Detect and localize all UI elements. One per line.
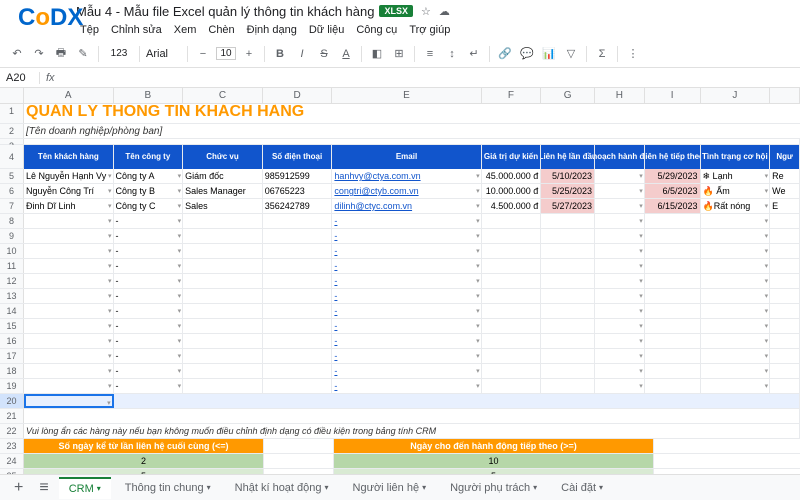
hdr-contact2[interactable]: Liên hệ tiếp theo — [645, 145, 701, 169]
table-row[interactable]: 7 Đinh Dĩ Linh Công ty C Sales 356242789… — [0, 199, 800, 214]
table-row[interactable]: 12-- — [0, 274, 800, 289]
table-row[interactable]: 6 Nguyễn Công Trí Công ty B Sales Manage… — [0, 184, 800, 199]
toolbar: ↶ ↷ 🖶 ✎ − + B I S A ◧ ⊞ ≡ ↕ ↵ 🔗 💬 📊 ▽ Σ … — [0, 40, 800, 68]
table-row[interactable]: 13-- — [0, 289, 800, 304]
sheet-tabs: + ≡ CRM▾ Thông tin chung▾ Nhật kí hoạt đ… — [0, 474, 800, 500]
menu-insert[interactable]: Chèn — [208, 24, 234, 38]
size-minus[interactable]: − — [194, 45, 212, 63]
table-row[interactable]: 17-- — [0, 349, 800, 364]
all-sheets-icon[interactable]: ≡ — [33, 479, 54, 497]
tab-contact[interactable]: Người liên hệ▾ — [343, 478, 437, 498]
table-row[interactable]: 16-- — [0, 334, 800, 349]
spreadsheet-grid[interactable]: A B C D E F G H I J 1QUẢN LÝ THÔNG TIN K… — [0, 88, 800, 474]
doc-title[interactable]: Mẫu 4 - Mẫu file Excel quản lý thông tin… — [76, 4, 374, 19]
redo-icon[interactable]: ↷ — [30, 45, 48, 63]
hdr-value[interactable]: Giá trị dự kiến — [482, 145, 542, 169]
valign-icon[interactable]: ↕ — [443, 45, 461, 63]
cloud-icon[interactable]: ☁ — [439, 5, 450, 18]
table-row[interactable]: 19-- — [0, 379, 800, 394]
col-b[interactable]: B — [114, 88, 184, 103]
hdr-company[interactable]: Tên công ty — [114, 145, 184, 169]
menu-view[interactable]: Xem — [174, 24, 197, 38]
menu-tools[interactable]: Công cụ — [356, 24, 397, 38]
halign-icon[interactable]: ≡ — [421, 45, 439, 63]
wrap-icon[interactable]: ↵ — [465, 45, 483, 63]
hdr-contact1[interactable]: Liên hệ lần đầu — [541, 145, 595, 169]
col-k[interactable] — [770, 88, 800, 103]
italic-icon[interactable]: I — [293, 45, 311, 63]
col-e[interactable]: E — [332, 88, 481, 103]
col-j[interactable]: J — [701, 88, 771, 103]
sigma-icon[interactable]: Σ — [593, 45, 611, 63]
sheet-title[interactable]: QUẢN LÝ THÔNG TIN KHÁCH HÀNG — [24, 104, 800, 123]
col-c[interactable]: C — [183, 88, 263, 103]
col-f[interactable]: F — [482, 88, 542, 103]
column-headers: A B C D E F G H I J — [0, 88, 800, 104]
table-header-row: 4 Tên khách hàng Tên công ty Chức vụ Số … — [0, 145, 800, 169]
undo-icon[interactable]: ↶ — [8, 45, 26, 63]
size-input[interactable] — [216, 47, 236, 60]
selected-cell[interactable] — [24, 394, 114, 408]
formula-bar: A20 fx — [0, 68, 800, 88]
hdr-plan[interactable]: Kế hoạch hành động — [595, 145, 645, 169]
col-i[interactable]: I — [645, 88, 701, 103]
legend1-title[interactable]: Số ngày kể từ lần liên hệ cuối cùng (<=) — [24, 439, 264, 453]
link-icon[interactable]: 🔗 — [496, 45, 514, 63]
table-row[interactable]: 15-- — [0, 319, 800, 334]
zoom-input[interactable] — [105, 48, 133, 59]
fx-icon: fx — [40, 72, 61, 84]
cell-reference[interactable]: A20 — [0, 72, 40, 84]
col-a[interactable]: A — [24, 88, 114, 103]
chart-icon[interactable]: 📊 — [540, 45, 558, 63]
more-icon[interactable]: ⋮ — [624, 45, 642, 63]
col-g[interactable]: G — [541, 88, 595, 103]
table-row[interactable]: 14-- — [0, 304, 800, 319]
menu-data[interactable]: Dữ liệu — [309, 24, 345, 38]
menu-format[interactable]: Định dạng — [247, 24, 297, 38]
table-row[interactable]: 11-- — [0, 259, 800, 274]
filter-icon[interactable]: ▽ — [562, 45, 580, 63]
titlebar: Mẫu 4 - Mẫu file Excel quản lý thông tin… — [0, 0, 800, 22]
tab-log[interactable]: Nhật kí hoạt động▾ — [225, 478, 339, 498]
hdr-email[interactable]: Email — [332, 145, 481, 169]
borders-icon[interactable]: ⊞ — [390, 45, 408, 63]
table-row[interactable]: 5 Lê Nguyễn Hạnh Vy Công ty A Giám đốc 9… — [0, 169, 800, 184]
tab-settings[interactable]: Cài đặt▾ — [551, 478, 613, 498]
col-h[interactable]: H — [595, 88, 645, 103]
textcolor-icon[interactable]: A — [337, 45, 355, 63]
table-row[interactable]: 18-- — [0, 364, 800, 379]
codx-logo: CoDX — [18, 4, 83, 32]
tab-owner[interactable]: Người phụ trách▾ — [440, 478, 547, 498]
paint-icon[interactable]: ✎ — [74, 45, 92, 63]
hdr-status[interactable]: Tình trạng cơ hội — [701, 145, 771, 169]
hdr-name[interactable]: Tên khách hàng — [24, 145, 114, 169]
menu-edit[interactable]: Chỉnh sửa — [111, 24, 162, 38]
table-row[interactable]: 10-- — [0, 244, 800, 259]
file-badge: XLSX — [379, 5, 413, 17]
strike-icon[interactable]: S — [315, 45, 333, 63]
fillcolor-icon[interactable]: ◧ — [368, 45, 386, 63]
menu-help[interactable]: Trợ giúp — [409, 24, 450, 38]
comment-icon[interactable]: 💬 — [518, 45, 536, 63]
tab-info[interactable]: Thông tin chung▾ — [115, 478, 221, 498]
table-row[interactable]: 8-- — [0, 214, 800, 229]
hdr-phone[interactable]: Số điện thoại — [263, 145, 333, 169]
note-text[interactable]: Vui lòng ẩn các hàng này nếu bạn không m… — [24, 424, 800, 438]
add-sheet-icon[interactable]: + — [8, 479, 29, 497]
print-icon[interactable]: 🖶 — [52, 45, 70, 63]
hdr-role[interactable]: Chức vụ — [183, 145, 263, 169]
menubar: Tệp Chỉnh sửa Xem Chèn Định dạng Dữ liệu… — [68, 22, 800, 40]
legend2-title[interactable]: Ngày cho đến hành động tiếp theo (>=) — [334, 439, 654, 453]
size-plus[interactable]: + — [240, 45, 258, 63]
hdr-ng[interactable]: Ngư — [770, 145, 800, 169]
col-d[interactable]: D — [263, 88, 333, 103]
font-input[interactable] — [146, 48, 181, 60]
bold-icon[interactable]: B — [271, 45, 289, 63]
sheet-subtitle[interactable]: [Tên doanh nghiệp/phòng ban] — [24, 124, 800, 138]
star-icon[interactable]: ☆ — [421, 5, 431, 18]
table-row[interactable]: 9-- — [0, 229, 800, 244]
tab-crm[interactable]: CRM▾ — [59, 477, 111, 499]
